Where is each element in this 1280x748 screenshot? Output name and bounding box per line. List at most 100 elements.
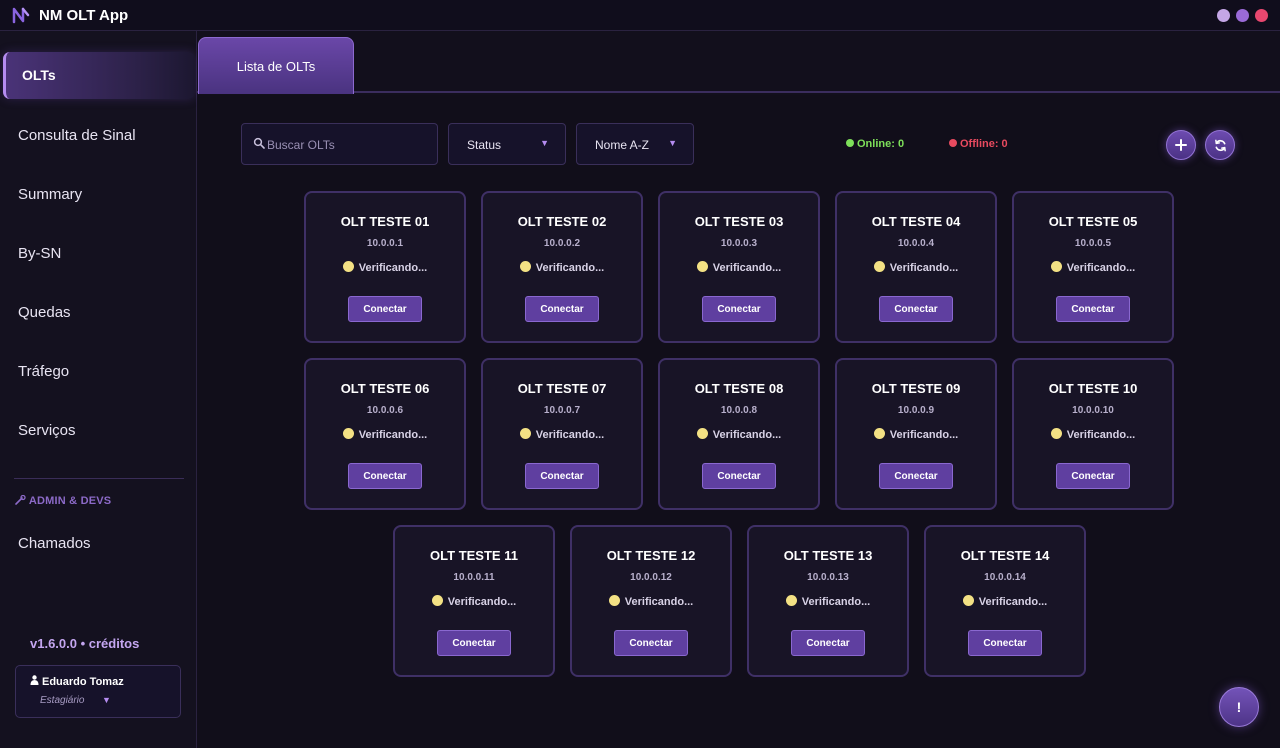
user-name-row: Eduardo Tomaz [30,675,124,688]
olt-card: OLT TESTE 07 10.0.0.7 Verificando... Conect… [481,358,643,510]
refresh-icon [1214,139,1226,151]
status-dot-icon [431,595,443,606]
olt-ip: 10.0.0.6 [366,405,404,416]
olt-card: OLT TESTE 13 10.0.0.13 Verificando... Conec… [747,525,909,677]
olt-status: Verificando... [1014,428,1172,441]
olt-name: OLT TESTE 03 [694,214,784,229]
olt-name: OLT TESTE 14 [960,548,1050,563]
status-dot-icon [873,261,885,272]
minimize-button[interactable] [1217,9,1230,22]
olt-status: Verificando... [395,595,553,608]
maximize-button[interactable] [1236,9,1249,22]
olt-status: Verificando... [306,428,464,441]
status-dot-icon [342,428,354,439]
olt-card: OLT TESTE 09 10.0.0.9 Verificando... Conect… [835,358,997,510]
connect-button[interactable]: Conectar [879,296,953,322]
status-dot-icon [519,428,531,439]
connect-button[interactable]: Conectar [437,630,511,656]
user-profile[interactable]: Eduardo Tomaz Estagiário ▼ [15,665,181,718]
olt-ip: 10.0.0.11 [453,572,495,583]
olt-name: OLT TESTE 04 [871,214,961,229]
olt-card: OLT TESTE 05 10.0.0.5 Verificando... Conect… [1012,191,1174,343]
search-placeholder: Buscar OLTs [267,138,335,152]
status-dot-icon [696,261,708,272]
connect-button[interactable]: Conectar [968,630,1042,656]
connect-button[interactable]: Conectar [348,463,422,489]
close-button[interactable] [1255,9,1268,22]
title-bar: NM OLT App [0,0,1280,31]
olt-name: OLT TESTE 01 [340,214,430,229]
connect-button[interactable]: Conectar [702,296,776,322]
sidebar-item-olts[interactable]: OLTs [3,52,195,99]
sidebar-item-summary[interactable]: Summary [18,186,82,203]
olt-ip: 10.0.0.5 [1074,238,1112,249]
sidebar-item-chamados[interactable]: Chamados [18,535,91,552]
status-filter-select[interactable]: Status ▼ [448,123,566,165]
refresh-button[interactable] [1205,130,1235,160]
sidebar-item-servicos[interactable]: Serviços [18,422,76,439]
olt-name: OLT TESTE 11 [430,548,518,563]
status-dot-icon [519,261,531,272]
olt-ip: 10.0.0.2 [543,238,581,249]
status-dot-icon [342,261,354,272]
connect-button[interactable]: Conectar [1056,463,1130,489]
chevron-down-icon[interactable]: ▼ [102,695,111,705]
olt-ip: 10.0.0.9 [897,405,935,416]
online-count: Online: 0 [846,138,904,150]
connect-button[interactable]: Conectar [348,296,422,322]
sidebar: OLTs Consulta de Sinal Summary By-SN Que… [0,31,197,748]
olt-name: OLT TESTE 08 [694,381,784,396]
olt-name: OLT TESTE 12 [606,548,696,563]
sidebar-item-consulta-de-sinal[interactable]: Consulta de Sinal [18,127,136,144]
chevron-down-icon: ▼ [540,138,549,148]
tab-lista-de-olts[interactable]: Lista de OLTs [198,37,354,94]
olt-status: Verificando... [660,428,818,441]
connect-button[interactable]: Conectar [702,463,776,489]
status-filter-value: Status [467,138,502,152]
olt-name: OLT TESTE 09 [871,381,961,396]
olt-status: Verificando... [1014,261,1172,274]
search-input[interactable]: Buscar OLTs [241,123,438,165]
connect-button[interactable]: Conectar [1056,296,1130,322]
help-button[interactable]: ! [1219,687,1259,727]
olt-card: OLT TESTE 03 10.0.0.3 Verificando... Conect… [658,191,820,343]
connect-button[interactable]: Conectar [791,630,865,656]
sidebar-item-by-sn[interactable]: By-SN [18,245,61,262]
sidebar-item-label: OLTs [22,67,56,83]
olt-status: Verificando... [572,595,730,608]
user-icon [30,675,39,685]
sidebar-item-trafego[interactable]: Tráfego [18,363,69,380]
version-credits-link[interactable]: v1.6.0.0 • créditos [30,636,139,651]
connect-button[interactable]: Conectar [879,463,953,489]
status-dot-icon [785,595,797,606]
olt-card: OLT TESTE 06 10.0.0.6 Verificando... Conect… [304,358,466,510]
olt-card: OLT TESTE 11 10.0.0.11 Verificando... Conec… [393,525,555,677]
olt-ip: 10.0.0.1 [366,238,404,249]
olt-ip: 10.0.0.4 [897,238,935,249]
olt-status: Verificando... [837,428,995,441]
sort-select[interactable]: Nome A-Z ▼ [576,123,694,165]
sort-value: Nome A-Z [595,138,650,152]
connect-button[interactable]: Conectar [525,463,599,489]
user-role: Estagiário [40,695,85,706]
add-olt-button[interactable] [1166,130,1196,160]
olt-name: OLT TESTE 05 [1048,214,1138,229]
olt-ip: 10.0.0.13 [807,572,849,583]
olt-card: OLT TESTE 04 10.0.0.4 Verificando... Conect… [835,191,997,343]
olt-status: Verificando... [660,261,818,274]
app-logo-icon [12,7,30,24]
olt-card: OLT TESTE 12 10.0.0.12 Verificando... Conec… [570,525,732,677]
connect-button[interactable]: Conectar [614,630,688,656]
olt-status: Verificando... [483,261,641,274]
olt-ip: 10.0.0.8 [720,405,758,416]
connect-button[interactable]: Conectar [525,296,599,322]
online-dot-icon [846,139,854,147]
sidebar-item-quedas[interactable]: Quedas [18,304,71,321]
offline-dot-icon [949,139,957,147]
olt-list-content: Buscar OLTs Status ▼ Nome A-Z ▼ Online: … [197,95,1280,748]
plus-icon [1175,139,1187,151]
offline-count: Offline: 0 [949,138,1008,150]
olt-name: OLT TESTE 06 [340,381,430,396]
tab-bar: Lista de OLTs [197,31,1280,94]
status-dot-icon [608,595,620,606]
